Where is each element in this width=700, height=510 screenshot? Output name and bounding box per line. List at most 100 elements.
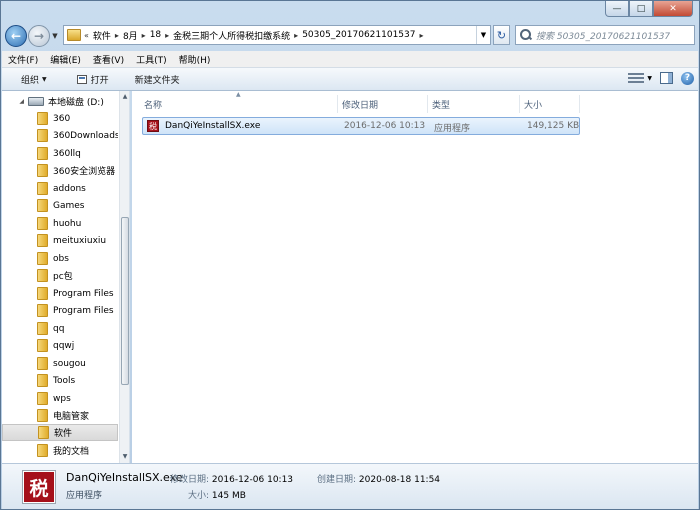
column-header-size[interactable]: 大小 bbox=[520, 95, 580, 113]
tree-item-folder[interactable]: sougou bbox=[2, 355, 118, 372]
file-name: DanQiYeInstallSX.exe bbox=[165, 121, 261, 131]
tree-item-folder[interactable]: qq bbox=[2, 320, 118, 337]
tree-item-label: Program Files bbox=[53, 305, 114, 316]
breadcrumb-item[interactable]: 50305_20170621101537 bbox=[298, 30, 419, 40]
search-input[interactable]: 搜索 50305_20170621101537 bbox=[515, 25, 695, 45]
tree-item-label: 360 bbox=[53, 113, 71, 124]
tree-item-folder[interactable]: pc包 bbox=[2, 267, 118, 284]
folder-icon bbox=[37, 112, 48, 125]
file-row[interactable]: 税 DanQiYeInstallSX.exe 2016-12-06 10:13 … bbox=[142, 117, 580, 135]
window-controls: — □ ✕ bbox=[605, 1, 693, 17]
folder-icon bbox=[37, 199, 48, 212]
tax-app-icon: 税 bbox=[24, 472, 54, 502]
tree-item-folder[interactable]: Tools bbox=[2, 372, 118, 389]
refresh-button[interactable]: ↻ bbox=[493, 25, 510, 45]
folder-icon bbox=[37, 409, 48, 422]
tree-item-folder[interactable]: wps bbox=[2, 390, 118, 407]
tree-item-folder[interactable]: meituxiuxiu bbox=[2, 232, 118, 249]
back-button[interactable]: ← bbox=[5, 25, 27, 47]
preview-pane-icon[interactable] bbox=[660, 72, 673, 84]
search-icon bbox=[520, 29, 532, 41]
menu-file[interactable]: 文件(F) bbox=[2, 53, 44, 66]
size-label: 大小: bbox=[188, 491, 210, 501]
address-dropdown-icon[interactable]: ▼ bbox=[476, 26, 490, 44]
command-bar: 组织 ▼ 打开 新建文件夹 ▼ ? bbox=[2, 68, 698, 91]
navigation-scrollbar[interactable]: ▲ ▼ bbox=[119, 91, 129, 463]
close-button[interactable]: ✕ bbox=[653, 1, 693, 17]
breadcrumb-item[interactable]: 金税三期个人所得税扣缴系统 bbox=[169, 29, 294, 42]
details-created: 创建日期: 2020-08-18 11:54 bbox=[317, 472, 440, 485]
folder-icon bbox=[37, 304, 48, 317]
tree-item-folder[interactable]: Program Files bbox=[2, 302, 118, 319]
tree-item-folder[interactable]: Games bbox=[2, 197, 118, 214]
column-header-name[interactable]: 名称 bbox=[140, 95, 338, 113]
recent-pages-dropdown[interactable]: ▼ bbox=[50, 32, 60, 40]
navigation-bar: ← → ▼ « 软件 ▸ 8月 ▸ 18 ▸ 金税三期个人所得税扣缴系统 ▸ 5… bbox=[5, 23, 695, 49]
change-view-icon[interactable] bbox=[627, 71, 645, 85]
tree-item-label: 电脑管家 bbox=[53, 412, 90, 422]
view-options-dropdown[interactable]: ▼ bbox=[647, 75, 652, 82]
tree-item-folder-selected[interactable]: 软件 bbox=[2, 424, 118, 441]
breadcrumb-item[interactable]: 软件 bbox=[89, 29, 115, 42]
folder-icon bbox=[37, 322, 48, 335]
help-icon[interactable]: ? bbox=[681, 71, 694, 85]
details-size: 大小: 145 MB bbox=[188, 488, 246, 501]
folder-icon bbox=[37, 444, 48, 457]
tree-item-folder[interactable]: 360Downloads bbox=[2, 127, 118, 144]
explorer-window: — □ ✕ ← → ▼ « 软件 ▸ 8月 ▸ 18 ▸ 金税三期个人所得税扣缴… bbox=[0, 0, 700, 510]
folder-icon bbox=[37, 147, 48, 160]
tree-item-folder[interactable]: 电脑管家 bbox=[2, 407, 118, 424]
breadcrumb-item[interactable]: 18 bbox=[146, 30, 165, 40]
tree-item-folder[interactable]: 360 bbox=[2, 110, 118, 127]
tax-app-icon: 税 bbox=[147, 120, 159, 132]
menu-help[interactable]: 帮助(H) bbox=[173, 53, 217, 66]
folder-icon bbox=[37, 252, 48, 265]
maximize-button[interactable]: □ bbox=[629, 1, 653, 17]
open-button[interactable]: 打开 bbox=[68, 73, 118, 86]
folder-icon bbox=[37, 234, 48, 247]
open-icon bbox=[76, 74, 87, 84]
forward-button[interactable]: → bbox=[28, 25, 50, 47]
folder-icon bbox=[37, 182, 48, 195]
folder-icon bbox=[67, 29, 81, 41]
tree-item-folder[interactable]: 360安全浏览器 bbox=[2, 162, 118, 179]
tree-item-drive[interactable]: ◢ 本地磁盘 (D:) bbox=[2, 93, 118, 110]
minimize-button[interactable]: — bbox=[605, 1, 629, 17]
file-size: 149,125 KB bbox=[527, 121, 580, 131]
breadcrumb-separator-icon[interactable]: ▸ bbox=[419, 31, 423, 40]
tree-item-label: 360llq bbox=[53, 148, 81, 159]
tree-item-folder[interactable]: addons bbox=[2, 180, 118, 197]
tree-item-label: 本地磁盘 (D:) bbox=[48, 98, 104, 108]
tree-item-label: Tools bbox=[53, 375, 76, 386]
modified-value: 2016-12-06 10:13 bbox=[211, 475, 294, 485]
created-value: 2020-08-18 11:54 bbox=[358, 475, 441, 485]
scroll-down-icon[interactable]: ▼ bbox=[120, 451, 129, 463]
tree-item-folder[interactable]: Program Files bbox=[2, 285, 118, 302]
menu-view[interactable]: 查看(V) bbox=[87, 53, 130, 66]
new-folder-label: 新建文件夹 bbox=[134, 75, 180, 86]
scroll-up-icon[interactable]: ▲ bbox=[120, 91, 129, 103]
tree-item-folder[interactable]: huohu bbox=[2, 215, 118, 232]
tree-item-folder[interactable]: 我的文档 bbox=[2, 442, 118, 459]
column-header-type[interactable]: 类型 bbox=[428, 95, 520, 113]
column-header-date[interactable]: 修改日期 bbox=[338, 95, 428, 113]
folder-icon bbox=[37, 164, 48, 177]
organize-button[interactable]: 组织 ▼ bbox=[12, 73, 56, 86]
tree-item-label: 360Downloads bbox=[53, 130, 118, 141]
tree-item-folder[interactable]: 360llq bbox=[2, 145, 118, 162]
details-file-name: DanQiYeInstallSX.exe bbox=[66, 471, 183, 484]
new-folder-button[interactable]: 新建文件夹 bbox=[126, 73, 189, 86]
file-type: 应用程序 bbox=[434, 124, 471, 134]
scrollbar-thumb[interactable] bbox=[121, 217, 129, 385]
tree-item-folder[interactable]: obs bbox=[2, 250, 118, 267]
menu-tools[interactable]: 工具(T) bbox=[130, 53, 173, 66]
open-label: 打开 bbox=[90, 75, 109, 86]
breadcrumb-item[interactable]: 8月 bbox=[119, 29, 142, 42]
details-modified: 修改日期: 2016-12-06 10:13 bbox=[170, 472, 293, 485]
address-bar[interactable]: « 软件 ▸ 8月 ▸ 18 ▸ 金税三期个人所得税扣缴系统 ▸ 50305_2… bbox=[63, 25, 491, 45]
tree-item-folder[interactable]: qqwj bbox=[2, 337, 118, 354]
folder-icon bbox=[37, 357, 48, 370]
expand-arrow-icon[interactable]: ◢ bbox=[2, 98, 28, 105]
menu-edit[interactable]: 编辑(E) bbox=[44, 53, 87, 66]
tree-item-label: Games bbox=[53, 200, 85, 211]
